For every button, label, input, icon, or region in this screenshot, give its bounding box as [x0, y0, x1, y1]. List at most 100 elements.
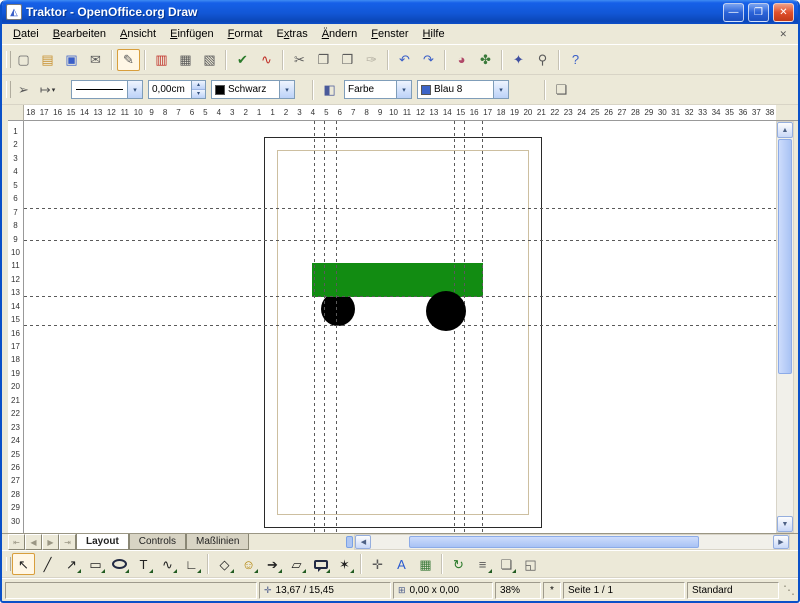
select-tool-button[interactable]: ↖ — [12, 553, 35, 575]
dropdown-arrow-icon[interactable]: ▾ — [127, 81, 142, 98]
save-button[interactable]: ▣ — [60, 49, 83, 71]
spin-up-icon[interactable]: ▴ — [192, 81, 205, 89]
open-file-button[interactable]: ▤ — [36, 49, 59, 71]
status-style-cell[interactable]: Standard — [687, 582, 779, 599]
scroll-left-button[interactable]: ◀ — [355, 535, 371, 549]
redo-button[interactable]: ↷ — [417, 49, 440, 71]
guide-line-vertical[interactable] — [314, 121, 315, 533]
close-button[interactable]: ✕ — [773, 3, 794, 22]
guide-line-horizontal[interactable] — [24, 208, 776, 209]
next-page-button[interactable]: ▶ — [42, 534, 59, 550]
drawing-canvas[interactable] — [24, 121, 776, 533]
tab-layout[interactable]: Layout — [76, 534, 129, 550]
gallery-button[interactable]: ✤ — [474, 49, 497, 71]
undo-button[interactable]: ↶ — [393, 49, 416, 71]
last-page-button[interactable]: ⇥ — [59, 534, 76, 550]
navigator-button[interactable]: ✦ — [507, 49, 530, 71]
line-color-combo[interactable]: Schwarz▾ — [211, 80, 295, 99]
horizontal-scroll-track[interactable] — [371, 535, 773, 549]
paste-button[interactable]: ❒ — [336, 49, 359, 71]
ellipse-tool-button[interactable] — [108, 553, 131, 575]
zoom-button[interactable]: ⚲ — [531, 49, 554, 71]
resize-grip[interactable]: ⋱ — [781, 585, 795, 595]
guide-line-horizontal[interactable] — [24, 240, 776, 241]
vertical-scroll-track[interactable] — [777, 138, 793, 516]
print-button[interactable]: ▦ — [174, 49, 197, 71]
page-preview-button[interactable]: ▧ — [198, 49, 221, 71]
dropdown-arrow-icon[interactable]: ▾ — [493, 81, 508, 98]
guide-line-horizontal[interactable] — [24, 325, 776, 326]
format-paintbrush-button[interactable]: ✑ — [360, 49, 383, 71]
fontwork-tool-button[interactable]: A — [390, 553, 413, 575]
new-document-button[interactable]: ▢ — [12, 49, 35, 71]
menu-fenster[interactable]: Fenster — [364, 25, 415, 43]
status-zoom-cell[interactable]: 38% — [495, 582, 541, 599]
insert-chart-button[interactable]: ◕ — [450, 49, 473, 71]
menu-ansicht[interactable]: Ansicht — [113, 25, 163, 43]
scrollbar-splitter[interactable] — [346, 536, 353, 548]
alignment-tool-button[interactable]: ≡ — [471, 553, 494, 575]
fill-style-button[interactable]: ◧ — [318, 79, 341, 101]
vertical-ruler[interactable]: 1234567891011121314151617181920212223242… — [8, 121, 24, 533]
spin-down-icon[interactable]: ▾ — [192, 89, 205, 98]
copy-button[interactable]: ❐ — [312, 49, 335, 71]
minimize-button[interactable]: — — [723, 3, 744, 22]
scroll-down-button[interactable]: ▼ — [777, 516, 793, 532]
lines-arrows-tool-button[interactable]: ↗ — [60, 553, 83, 575]
document-as-email-button[interactable]: ✉ — [84, 49, 107, 71]
wheel-right-shape[interactable] — [426, 291, 466, 331]
line-tool-button[interactable]: ╱ — [36, 553, 59, 575]
arrow-style-button[interactable]: ↦▾ — [36, 79, 59, 101]
flowchart-tool-button[interactable]: ▱ — [285, 553, 308, 575]
rectangle-tool-button[interactable]: ▭ — [84, 553, 107, 575]
line-width-field[interactable]: 0,00cm▴▾ — [148, 80, 206, 99]
guide-line-horizontal[interactable] — [24, 296, 776, 297]
horizontal-ruler[interactable]: 1817161514131211109876543211234567891011… — [24, 105, 776, 121]
line-width-field-spinner[interactable]: ▴▾ — [191, 81, 205, 98]
symbol-shapes-tool-button[interactable]: ☺ — [237, 553, 260, 575]
basic-shapes-tool-button[interactable]: ◇ — [213, 553, 236, 575]
guide-line-vertical[interactable] — [336, 121, 337, 533]
scroll-up-button[interactable]: ▲ — [777, 122, 793, 138]
auto-spellcheck-button[interactable]: ∿ — [255, 49, 278, 71]
menu-hilfe[interactable]: Hilfe — [416, 25, 452, 43]
stars-tool-button[interactable]: ✶ — [333, 553, 356, 575]
ruler-corner[interactable] — [8, 105, 24, 121]
edit-file-button[interactable]: ✎ — [117, 49, 140, 71]
curve-tool-button[interactable]: ∿ — [156, 553, 179, 575]
extrusion-tool-button[interactable]: ◱ — [519, 553, 542, 575]
text-tool-button[interactable]: T — [132, 553, 155, 575]
fill-type-combo[interactable]: Farbe▾ — [344, 80, 412, 99]
export-pdf-button[interactable]: ▥ — [150, 49, 173, 71]
dropdown-arrow-icon[interactable]: ▾ — [279, 81, 294, 98]
horizontal-scroll-thumb[interactable] — [409, 536, 699, 548]
connector-tool-button[interactable]: ∟ — [180, 553, 203, 575]
title-bar[interactable]: ◭ Traktor - OpenOffice.org Draw — ❐ ✕ — [2, 0, 798, 24]
wheel-left-shape[interactable] — [321, 292, 355, 326]
edit-points-button[interactable]: ➢ — [12, 79, 35, 101]
arrange-tool-button[interactable]: ❏ — [495, 553, 518, 575]
menu-format[interactable]: Format — [221, 25, 270, 43]
callouts-tool-button[interactable] — [309, 553, 332, 575]
vertical-scroll-thumb[interactable] — [778, 139, 792, 374]
cut-button[interactable]: ✂ — [288, 49, 311, 71]
scroll-right-button[interactable]: ▶ — [773, 535, 789, 549]
menu-einfuegen[interactable]: Einfügen — [163, 25, 220, 43]
close-document-button[interactable]: ✕ — [772, 29, 794, 40]
guide-line-vertical[interactable] — [324, 121, 325, 533]
menu-extras[interactable]: Extras — [269, 25, 314, 43]
menu-aendern[interactable]: Ändern — [315, 25, 365, 43]
tab-controls[interactable]: Controls — [129, 534, 186, 550]
maximize-button[interactable]: ❐ — [748, 3, 769, 22]
spellcheck-button[interactable]: ✔ — [231, 49, 254, 71]
menu-bearbeiten[interactable]: Bearbeiten — [46, 25, 113, 43]
insert-picture-tool-button[interactable]: ▦ — [414, 553, 437, 575]
vertical-scrollbar[interactable]: ▲ ▼ — [776, 121, 794, 533]
trailer-body-shape[interactable] — [312, 263, 483, 297]
fill-color-combo[interactable]: Blau 8▾ — [417, 80, 509, 99]
tab-masslinien[interactable]: Maßlinien — [186, 534, 249, 550]
guide-line-vertical[interactable] — [464, 121, 465, 533]
line-style-combo[interactable]: ▾ — [71, 80, 143, 99]
glue-points-tool-button[interactable]: ✛ — [366, 553, 389, 575]
guide-line-vertical[interactable] — [482, 121, 483, 533]
